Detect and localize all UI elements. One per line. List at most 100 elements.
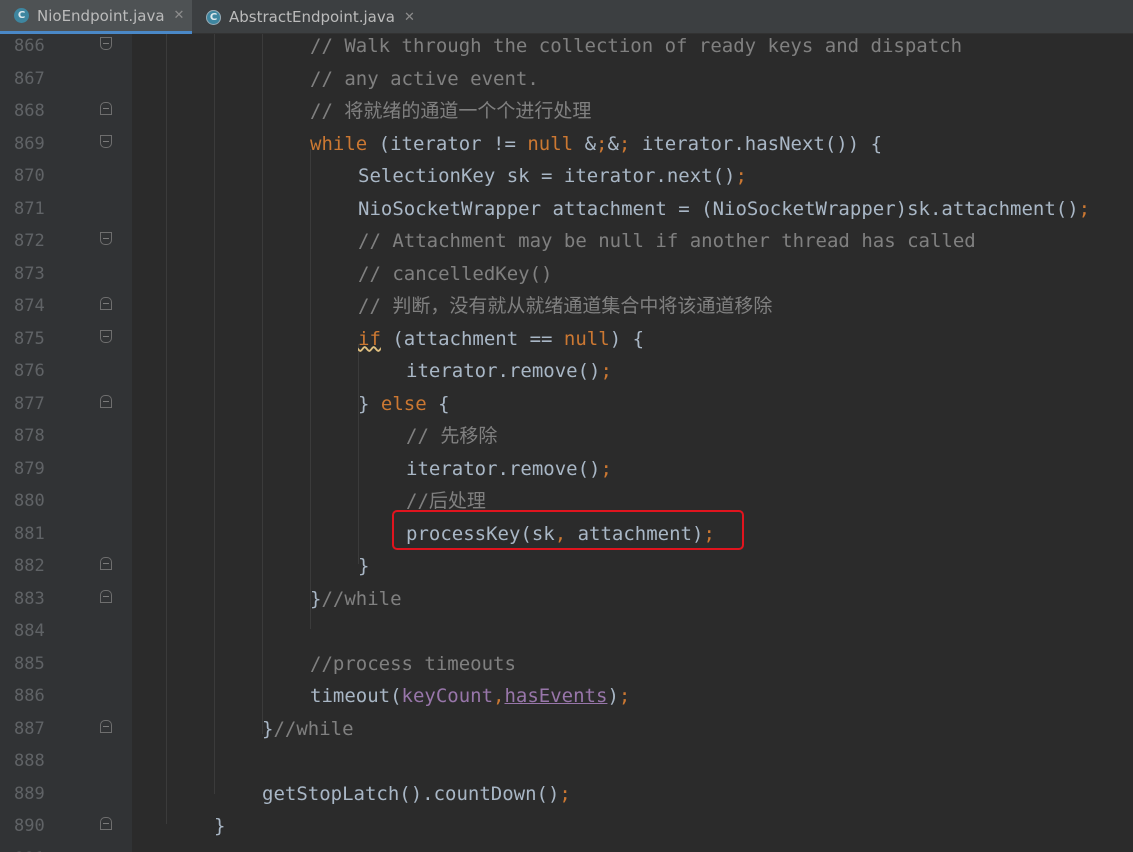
tab-abstractendpoint[interactable]: C AbstractEndpoint.java ✕ (192, 0, 422, 34)
line-number: 880 (14, 491, 45, 511)
line-number: 866 (14, 36, 45, 56)
gutter-row: 883 (0, 587, 132, 619)
close-icon[interactable]: ✕ (404, 10, 415, 25)
line-number: 870 (14, 166, 45, 186)
gutter-row: 868 (0, 99, 132, 131)
gutter-row: 870 (0, 164, 132, 196)
gutter-row: 869 (0, 132, 132, 164)
red-annotation-box (392, 509, 744, 550)
code-line[interactable]: } (358, 554, 369, 586)
line-number-gutter: 866 867 868 869 870 871 872 873 874 875 876 877 878 8… (0, 34, 132, 852)
code-line[interactable]: }//while (262, 717, 354, 749)
fold-marker-icon[interactable] (100, 394, 112, 408)
gutter-row: 882 (0, 554, 132, 586)
fold-marker-icon[interactable] (100, 102, 112, 115)
gutter-row: 885 (0, 652, 132, 684)
code-line[interactable]: // 先移除 (406, 424, 497, 456)
tab-label: NioEndpoint.java (37, 6, 165, 25)
code-line[interactable]: //process timeouts (310, 652, 516, 684)
gutter-row: 873 (0, 262, 132, 294)
gutter-row: 891 (0, 847, 132, 852)
abstract-class-icon: C (206, 9, 221, 25)
code-line[interactable]: SelectionKey sk = iterator.next(); (358, 164, 747, 196)
line-number: 881 (14, 523, 45, 544)
code-line[interactable]: // cancelledKey() (358, 262, 552, 294)
line-number: 876 (14, 361, 45, 381)
line-number: 867 (14, 68, 45, 89)
fold-marker-icon[interactable] (100, 134, 112, 148)
line-number: 891 (14, 847, 62, 852)
gutter-row: 876 (0, 359, 132, 391)
fold-marker-icon[interactable] (100, 719, 112, 733)
line-number: 890 (14, 816, 45, 836)
gutter-row: 867 (0, 67, 132, 99)
fold-marker-icon[interactable] (100, 37, 112, 50)
gutter-row: 884 (0, 619, 132, 651)
fold-marker-icon[interactable] (100, 329, 112, 343)
code-line[interactable]: iterator.remove(); (406, 359, 612, 391)
code-line[interactable]: // Attachment may be null if another thr… (358, 229, 976, 261)
indent-guide (358, 344, 359, 564)
line-number: 879 (14, 458, 45, 479)
line-number: 871 (14, 198, 45, 219)
code-line[interactable]: }//while (310, 587, 402, 619)
gutter-row: 886 (0, 684, 132, 716)
line-number: 888 (14, 751, 45, 771)
indent-guide (262, 34, 263, 734)
indent-guide (166, 34, 167, 824)
code-line[interactable]: // Walk through the collection of ready … (310, 34, 962, 66)
code-line[interactable]: } (214, 814, 225, 846)
line-number: 889 (14, 783, 45, 804)
line-number: 886 (14, 686, 45, 706)
code-line[interactable]: // 判断，没有就从就绪通道集合中将该通道移除 (358, 294, 772, 326)
code-line[interactable]: timeout(keyCount,hasEvents); (310, 684, 630, 716)
code-line[interactable]: while (iterator != null &;&; iterator.ha… (310, 132, 882, 164)
gutter-row: 881 (0, 522, 132, 554)
code-line[interactable]: if (attachment == null) { (358, 327, 644, 359)
gutter-row: 888 (0, 749, 132, 781)
line-number: 873 (14, 263, 45, 284)
tab-label: AbstractEndpoint.java (229, 8, 395, 26)
fold-marker-icon[interactable] (100, 589, 112, 603)
code-line[interactable]: NioSocketWrapper attachment = (NioSocket… (358, 197, 1090, 229)
indent-guide (310, 149, 311, 629)
line-number: 877 (14, 393, 45, 414)
gutter-row: 871 (0, 197, 132, 229)
class-icon: C (14, 8, 29, 23)
gutter-row: 874 (0, 294, 132, 326)
line-number: 875 (14, 328, 45, 349)
gutter-row: 887 (0, 717, 132, 749)
code-line[interactable]: } else { (358, 392, 450, 424)
code-line[interactable]: getStopLatch().countDown(); (262, 782, 571, 814)
close-icon[interactable]: ✕ (174, 8, 185, 23)
indent-guide (214, 34, 215, 794)
code-line[interactable]: iterator.remove(); (406, 457, 612, 489)
fold-marker-icon[interactable] (100, 817, 112, 830)
gutter-row: 880 (0, 489, 132, 521)
gutter-row: 875 (0, 327, 132, 359)
gutter-row: 866 (0, 34, 132, 66)
line-number: 869 (14, 133, 45, 154)
line-number: 882 (14, 556, 45, 576)
gutter-row: 879 (0, 457, 132, 489)
code-line[interactable]: // any active event. (310, 67, 539, 99)
fold-marker-icon[interactable] (100, 232, 112, 245)
gutter-row: 889 (0, 782, 132, 814)
line-number: 868 (14, 101, 45, 121)
editor-tab-bar: C NioEndpoint.java ✕ C AbstractEndpoint.… (0, 0, 1133, 34)
line-number: 885 (14, 653, 45, 674)
line-number: 878 (14, 426, 45, 446)
line-number: 874 (14, 296, 45, 316)
code-line[interactable]: // 将就绪的通道一个个进行处理 (310, 99, 591, 131)
gutter-row: 872 (0, 229, 132, 261)
line-number: 884 (14, 621, 45, 641)
tab-nioendpoint[interactable]: C NioEndpoint.java ✕ (0, 0, 192, 34)
line-number: 883 (14, 588, 45, 609)
gutter-row: 878 (0, 424, 132, 456)
line-number: 872 (14, 231, 45, 251)
fold-marker-icon[interactable] (100, 297, 112, 310)
gutter-row: 877 (0, 392, 132, 424)
line-number: 887 (14, 718, 45, 739)
code-editor[interactable]: // Walk through the collection of ready … (132, 34, 1133, 852)
fold-marker-icon[interactable] (100, 557, 112, 570)
